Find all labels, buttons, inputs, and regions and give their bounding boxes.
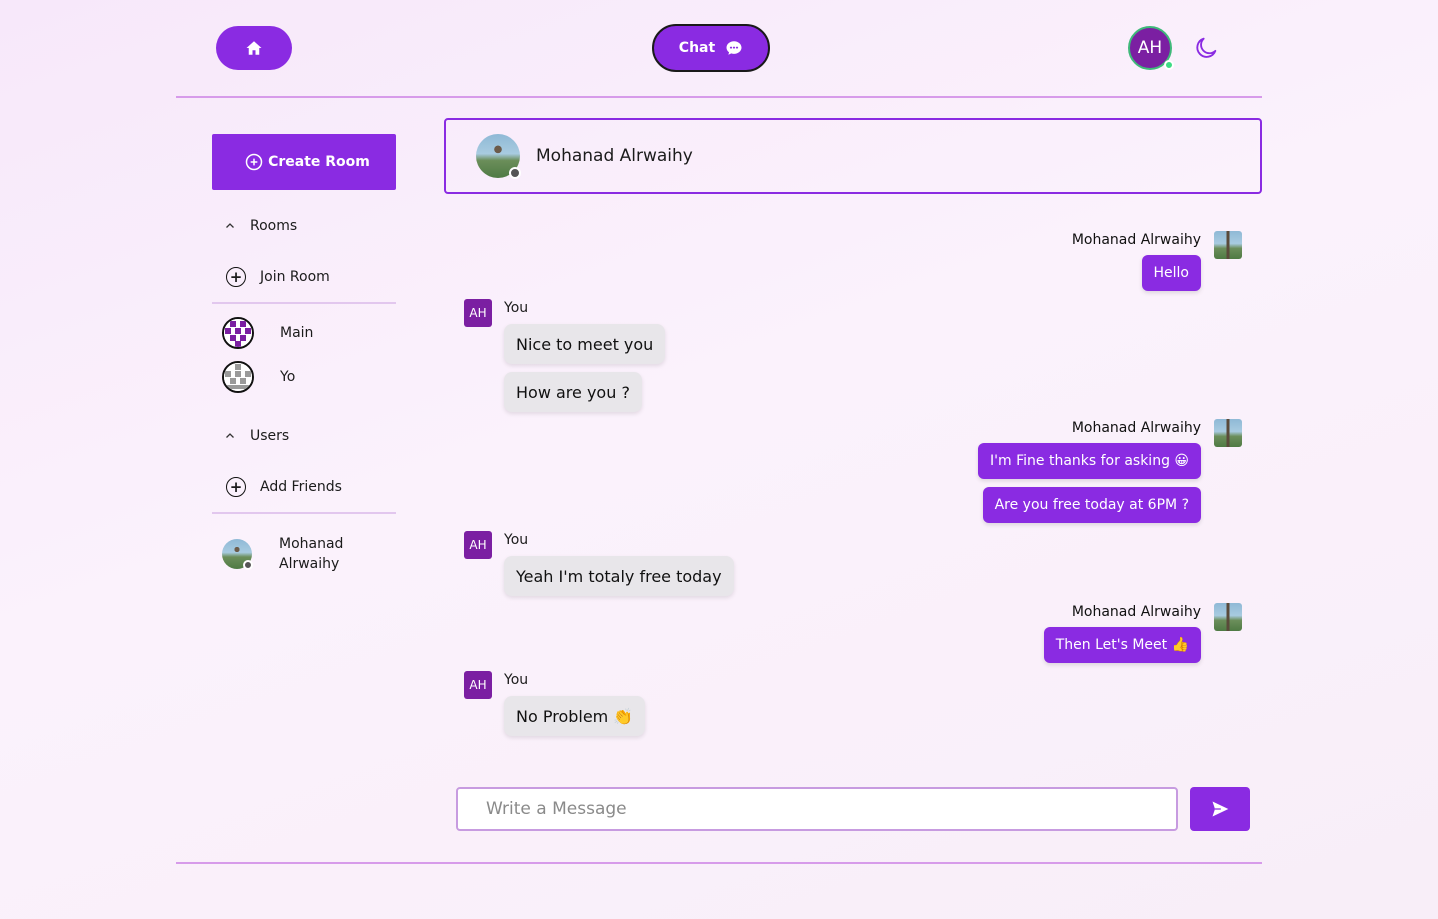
sender-name: Mohanad Alrwaihy — [1071, 604, 1201, 620]
user-initials: AH — [1137, 38, 1163, 58]
rooms-divider — [212, 302, 396, 304]
send-button[interactable] — [1190, 787, 1250, 831]
status-indicator — [243, 560, 253, 570]
self-avatar: AH — [464, 531, 492, 559]
rooms-section-toggle[interactable]: Rooms — [224, 218, 297, 234]
plus-circle-icon: + — [226, 477, 246, 497]
user-mohanad-label: Mohanad Alrwaihy — [279, 536, 344, 572]
message-bubble: Nice to meet you — [504, 324, 666, 364]
self-label: You — [504, 672, 529, 688]
user-avatar[interactable]: AH — [1128, 26, 1174, 70]
users-section-label: Users — [250, 428, 290, 444]
sender-name: Mohanad Alrwaihy — [1071, 232, 1201, 248]
rooms-section-label: Rooms — [250, 218, 298, 234]
create-room-button[interactable]: Create Room — [212, 134, 396, 190]
chat-bubble-icon — [726, 41, 742, 55]
contact-name: Mohanad Alrwaihy — [536, 146, 693, 166]
sender-name: Mohanad Alrwaihy — [1071, 420, 1201, 436]
chevron-up-icon — [226, 433, 234, 438]
self-label: You — [504, 300, 529, 316]
message-bubble: I'm Fine thanks for asking 😀 — [978, 443, 1201, 479]
message-bubble: Hello — [1141, 255, 1201, 291]
send-icon — [1212, 801, 1229, 817]
plus-circle-icon: + — [226, 267, 246, 287]
user-mohanad-avatar — [222, 539, 253, 570]
join-room-label: Join Room — [260, 269, 330, 285]
self-avatar: AH — [464, 299, 492, 327]
chevron-up-icon — [226, 223, 234, 228]
status-indicator — [509, 167, 521, 179]
room-item-yo[interactable]: Yo — [222, 361, 295, 393]
message-bubble: Are you free today at 6PM ? — [982, 487, 1201, 523]
room-main-label: Main — [280, 325, 314, 341]
moon-icon — [1196, 37, 1217, 58]
message-input[interactable] — [456, 787, 1178, 831]
sender-avatar — [1214, 603, 1242, 631]
theme-toggle-button[interactable] — [1192, 34, 1220, 62]
chat-nav-label: Chat — [678, 40, 716, 56]
users-section-toggle[interactable]: Users — [224, 428, 289, 444]
contact-avatar — [476, 134, 521, 179]
chat-nav-button[interactable]: Chat — [652, 24, 770, 72]
add-circle-icon — [245, 153, 263, 171]
home-button[interactable] — [216, 26, 292, 70]
top-divider — [176, 96, 1262, 98]
message-bubble: Then Let's Meet 👍 — [1043, 627, 1201, 663]
message-bubble: How are you ? — [504, 372, 642, 412]
self-label: You — [504, 532, 529, 548]
room-yo-icon — [222, 361, 254, 393]
message-bubble: No Problem 👏 — [504, 696, 646, 736]
self-avatar: AH — [464, 671, 492, 699]
room-item-main[interactable]: Main — [222, 317, 313, 349]
home-icon — [246, 41, 262, 55]
room-main-icon — [222, 317, 254, 349]
online-indicator — [1164, 60, 1174, 70]
chat-header: Mohanad Alrwaihy — [444, 118, 1262, 194]
add-friends-button[interactable]: + Add Friends — [226, 477, 342, 497]
room-yo-label: Yo — [280, 369, 296, 385]
create-room-label: Create Room — [268, 154, 370, 170]
message-bubble: Yeah I'm totaly free today — [504, 556, 734, 596]
sender-avatar — [1214, 419, 1242, 447]
bottom-divider — [176, 862, 1262, 864]
users-divider — [212, 512, 396, 514]
sender-avatar — [1214, 231, 1242, 259]
user-item-mohanad[interactable]: Mohanad Alrwaihy — [222, 534, 369, 574]
join-room-button[interactable]: + Join Room — [226, 267, 330, 287]
add-friends-label: Add Friends — [260, 479, 342, 495]
